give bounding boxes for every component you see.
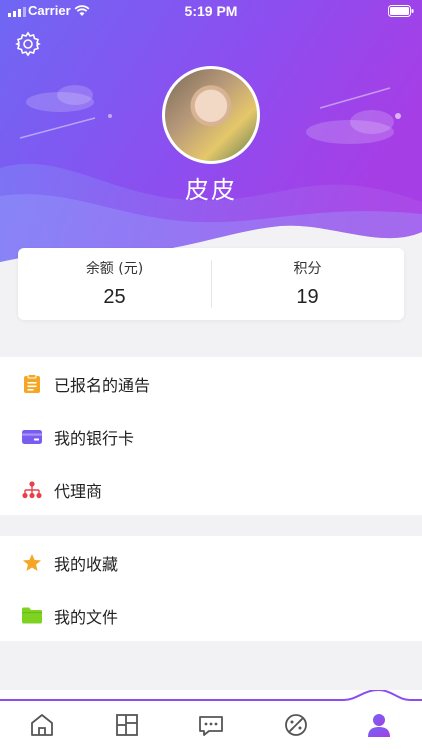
tab-messages[interactable] [196,710,226,740]
menu-item-bank-card[interactable]: 我的银行卡 [0,410,422,463]
stats-card: 余额 (元) 25 积分 19 [18,248,404,320]
balance-value: 25 [103,286,126,308]
menu-item-registered-notices[interactable]: 已报名的通告 [0,357,422,410]
home-icon [31,714,53,736]
points-stat[interactable]: 积分 19 [211,248,404,320]
menu-label: 代理商 [54,481,103,501]
star-icon [22,553,42,573]
balance-stat[interactable]: 余额 (元) 25 [18,248,211,320]
tab-profile[interactable] [364,710,394,740]
tab-discover[interactable] [281,710,311,740]
tab-bar-indicator-line [0,690,422,701]
status-bar: Carrier 5:19 PM [0,0,422,22]
grid-icon [116,714,138,736]
menu-item-agent[interactable]: 代理商 [0,463,422,516]
points-value: 19 [296,286,319,308]
org-chart-icon [22,480,42,500]
bank-card-icon [22,427,42,447]
chat-icon [199,716,223,736]
status-time: 5:19 PM [184,3,238,19]
discover-icon [285,714,307,736]
menu-label: 我的文件 [54,607,119,627]
folder-icon [22,606,42,626]
menu-label: 已报名的通告 [54,375,151,395]
avatar[interactable] [162,66,260,164]
menu-label: 我的收藏 [54,554,119,574]
menu-label: 我的银行卡 [54,428,135,448]
menu-group-secondary: 我的收藏 我的文件 [0,536,422,641]
menu-item-favorites[interactable]: 我的收藏 [0,536,422,589]
tab-grid[interactable] [112,710,142,740]
tab-bar [0,690,422,750]
clipboard-icon [22,373,42,394]
points-label: 积分 [293,261,322,277]
profile-icon [368,714,390,737]
menu-group-primary: 已报名的通告 我的银行卡 代理商 [0,357,422,515]
tab-home[interactable] [27,710,57,740]
battery-icon [388,5,414,17]
settings-gear-icon[interactable] [14,30,42,58]
username: 皮皮 [185,176,237,204]
balance-label: 余额 (元) [85,261,144,277]
menu-item-files[interactable]: 我的文件 [0,589,422,642]
